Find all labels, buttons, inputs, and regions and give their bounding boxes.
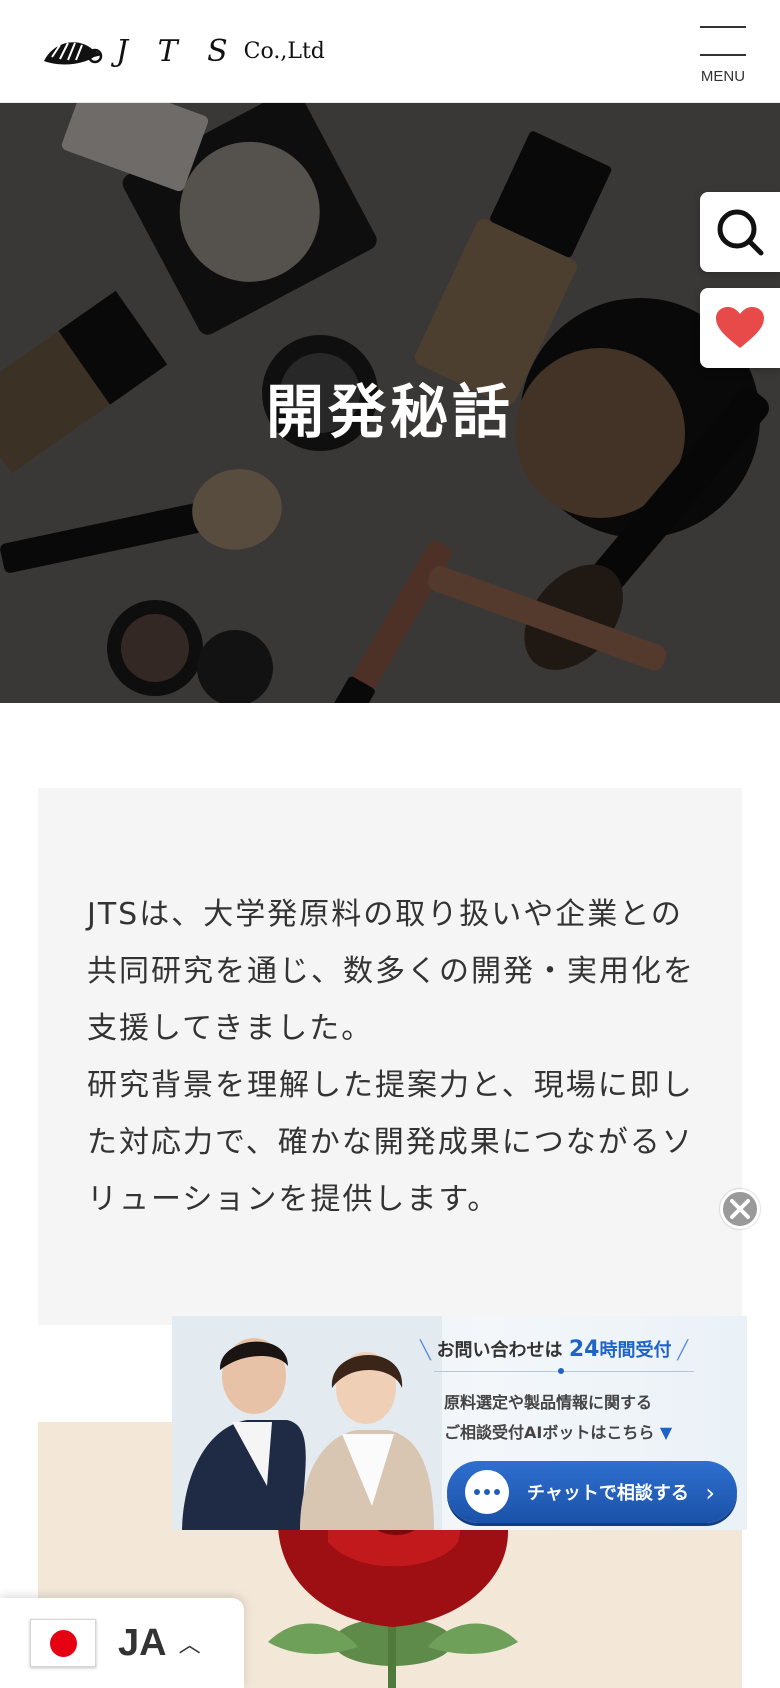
intro-text: JTSは、大学発原料の取り扱いや企業との共同研究を通じ、数多くの開発・実用化を支… [87, 886, 703, 1228]
banner-description: 原料選定や製品情報に関する ご相談受付AIボットはこちら ▼ [444, 1388, 744, 1448]
language-switcher[interactable]: JA ︿ [0, 1598, 244, 1688]
pointing-down-icon: ▼ [659, 1423, 673, 1442]
banner-desc-line-2-text: ご相談受付AIボットはこちら [444, 1423, 655, 1442]
banner-desc-line-1: 原料選定や製品情報に関する [444, 1393, 653, 1412]
banner-desc-line-2: ご相談受付AIボットはこちら ▼ [444, 1418, 744, 1448]
banner-slash-left: ╲ [420, 1340, 437, 1361]
chat-banner[interactable]: ╲ お問い合わせは 24時間受付 ╱ 原料選定や製品情報に関する ご相談受付AI… [172, 1316, 747, 1530]
close-icon [730, 1199, 750, 1219]
banner-headline: ╲ お問い合わせは 24時間受付 ╱ [420, 1336, 740, 1362]
hero-banner: 開発秘話 [0, 103, 780, 703]
japan-flag-icon [30, 1619, 96, 1667]
intro-paragraph-2: 研究背景を理解した提案力と、現場に即した対応力で、確かな開発成果につながるソリュ… [87, 1068, 694, 1217]
menu-button[interactable]: MENU [700, 24, 746, 86]
chat-consult-button[interactable]: チャットで相談する › [447, 1461, 737, 1523]
language-code: JA [118, 1621, 167, 1664]
banner-head-suffix: 時間受付 [599, 1340, 672, 1361]
site-header: J T S Co.,Ltd MENU [0, 0, 780, 103]
banner-divider [434, 1368, 694, 1374]
intro-paragraph-1: JTSは、大学発原料の取り扱いや企業との共同研究を通じ、数多くの開発・実用化を支… [87, 897, 695, 1046]
logo-sub: Co.,Ltd [243, 39, 325, 64]
page-title: 開発秘話 [265, 378, 514, 446]
logo-text: J T S [116, 34, 238, 69]
banner-slash-right: ╱ [671, 1340, 689, 1361]
intro-section: JTSは、大学発原料の取り扱いや企業との共同研究を通じ、数多くの開発・実用化を支… [38, 788, 742, 1325]
chat-bubble-icon [465, 1470, 509, 1514]
site-logo[interactable]: J T S Co.,Ltd [40, 34, 325, 69]
search-button[interactable] [700, 192, 780, 272]
banner-head-highlight: 24 [568, 1337, 600, 1362]
menu-label: MENU [700, 68, 746, 85]
logo-mark-icon [44, 41, 103, 64]
close-banner-button[interactable] [720, 1189, 760, 1229]
chevron-up-icon: ︿ [178, 1633, 201, 1658]
heart-icon [716, 307, 764, 348]
staff-photo [172, 1316, 442, 1530]
favorite-button[interactable] [700, 288, 780, 368]
hamburger-icon-bar [700, 54, 746, 56]
hamburger-icon [700, 26, 746, 28]
banner-head-prefix: お問い合わせは [436, 1340, 563, 1361]
chat-consult-label: チャットで相談する [527, 1483, 689, 1504]
chevron-right-icon: › [705, 1479, 715, 1507]
search-icon [717, 209, 764, 256]
